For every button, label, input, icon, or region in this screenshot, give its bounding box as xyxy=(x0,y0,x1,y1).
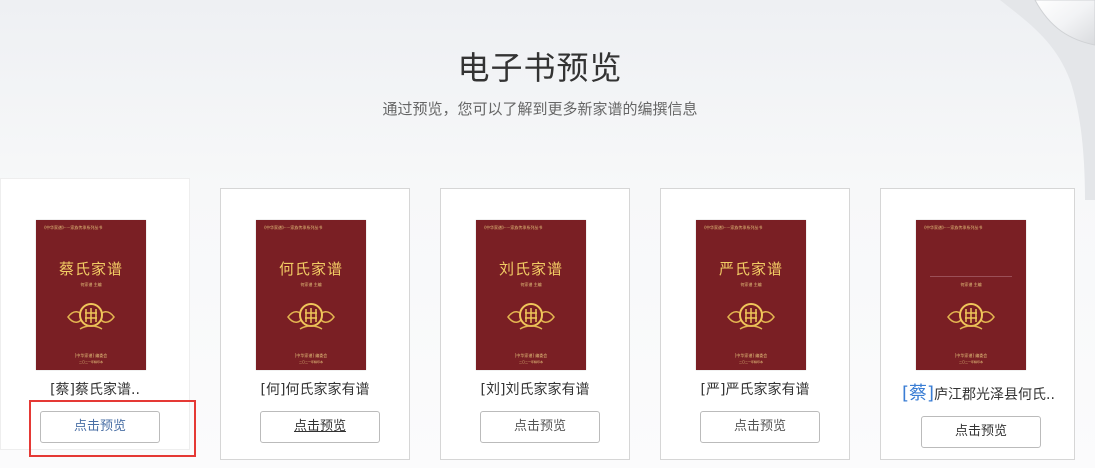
caption-tag: [何] xyxy=(260,382,286,398)
emblem-icon xyxy=(947,303,995,330)
caption-tag: [蔡] xyxy=(50,382,76,398)
book-cover[interactable]: 《中华家谱》·····家族传承系列丛书 严氏家谱 何家谱 主编 [中华家谱] 编… xyxy=(696,220,806,370)
cover-edition: 二〇二一年精印本 xyxy=(958,360,983,364)
cover-title: 刘氏家谱 xyxy=(498,260,563,278)
cover-edition: 二〇二一年精印本 xyxy=(738,360,763,364)
cover-author: 何家谱 主编 xyxy=(520,282,542,287)
cover-publisher: [中华家谱] 编委会 xyxy=(74,353,108,358)
cover-author: 何家谱 主编 xyxy=(960,282,982,287)
cover-series-text: 《中华家谱》·····家族传承系列丛书 xyxy=(482,225,543,230)
cover-ornament-line xyxy=(930,276,1012,277)
cover-series-text: 《中华家谱》·····家族传承系列丛书 xyxy=(702,225,763,230)
cover-series-text: 《中华家谱》·····家族传承系列丛书 xyxy=(922,225,983,230)
cover-author: 何家谱 主编 xyxy=(300,282,322,287)
page-subtitle: 通过预览，您可以了解到更多新家谱的编撰信息 xyxy=(382,100,698,118)
cover-series-text: 《中华家谱》·····家族传承系列丛书 xyxy=(42,225,103,230)
page-background: 电子书预览 通过预览，您可以了解到更多新家谱的编撰信息 《中华家谱》·····家… xyxy=(0,0,1095,468)
cover-edition: 二〇二一年精印本 xyxy=(78,360,103,364)
cover-edition: 二〇二一年精印本 xyxy=(518,360,543,364)
preview-button[interactable]: 点击预览 xyxy=(260,411,380,443)
caption-tag: [蔡] xyxy=(902,383,935,404)
cover-series-text: 《中华家谱》·····家族传承系列丛书 xyxy=(262,225,323,230)
cover-author: 何家谱 主编 xyxy=(80,282,102,287)
cover-author: 何家谱 主编 xyxy=(740,282,762,287)
preview-button[interactable]: 点击预览 xyxy=(700,411,820,443)
cover-title: 蔡氏家谱 xyxy=(58,260,123,278)
book-card-yan: 《中华家谱》·····家族传承系列丛书 严氏家谱 何家谱 主编 [中华家谱] 编… xyxy=(660,188,850,460)
book-cover[interactable]: 《中华家谱》·····家族传承系列丛书 蔡氏家谱 何家谱 主编 [中华家谱] 编… xyxy=(36,220,146,370)
cover-publisher: [中华家谱] 编委会 xyxy=(294,353,328,358)
caption-text: 何氏家家有谱 xyxy=(285,382,370,398)
emblem-icon xyxy=(287,303,335,330)
book-caption[interactable]: [蔡]蔡氏家谱.. xyxy=(1,379,189,399)
selection-highlight-box xyxy=(29,400,196,457)
emblem-icon xyxy=(507,303,555,330)
emblem-icon xyxy=(727,303,775,330)
book-caption[interactable]: [何]何氏家家有谱 xyxy=(221,379,409,399)
cover-publisher: [中华家谱] 编委会 xyxy=(954,353,988,358)
cover-publisher: [中华家谱] 编委会 xyxy=(734,353,768,358)
cover-title: 严氏家谱 xyxy=(718,260,783,278)
caption-tag: [刘] xyxy=(480,382,506,398)
preview-button[interactable]: 点击预览 xyxy=(480,411,600,443)
book-card-liu: 《中华家谱》·····家族传承系列丛书 刘氏家谱 何家谱 主编 [中华家谱] 编… xyxy=(440,188,630,460)
page-title: 电子书预览 xyxy=(457,49,623,87)
caption-tag: [严] xyxy=(700,382,726,398)
book-cover[interactable]: 《中华家谱》·····家族传承系列丛书 刘氏家谱 何家谱 主编 [中华家谱] 编… xyxy=(476,220,586,370)
emblem-icon xyxy=(67,303,115,330)
cover-edition: 二〇二一年精印本 xyxy=(298,360,323,364)
book-cover[interactable]: 《中华家谱》·····家族传承系列丛书 何氏家谱 何家谱 主编 [中华家谱] 编… xyxy=(256,220,366,370)
book-card-he: 《中华家谱》·····家族传承系列丛书 何氏家谱 何家谱 主编 [中华家谱] 编… xyxy=(220,188,410,460)
book-cover[interactable]: 《中华家谱》·····家族传承系列丛书 何家谱 主编 [中华家谱] 编委会 二〇… xyxy=(916,220,1026,370)
book-caption[interactable]: [严]严氏家家有谱 xyxy=(661,379,849,399)
caption-text: 刘氏家家有谱 xyxy=(505,382,590,398)
preview-button[interactable]: 点击预览 xyxy=(921,416,1041,448)
caption-text: 蔡氏家谱.. xyxy=(75,382,140,398)
caption-text: 严氏家家有谱 xyxy=(725,382,810,398)
book-caption[interactable]: [蔡]庐江郡光泽县何氏.. xyxy=(881,379,1076,405)
cover-publisher: [中华家谱] 编委会 xyxy=(514,353,548,358)
caption-text: 庐江郡光泽县何氏.. xyxy=(934,387,1055,403)
cover-title: 何氏家谱 xyxy=(278,260,343,278)
book-caption[interactable]: [刘]刘氏家家有谱 xyxy=(441,379,629,399)
book-card-cai-2: 《中华家谱》·····家族传承系列丛书 何家谱 主编 [中华家谱] 编委会 二〇… xyxy=(880,188,1075,460)
